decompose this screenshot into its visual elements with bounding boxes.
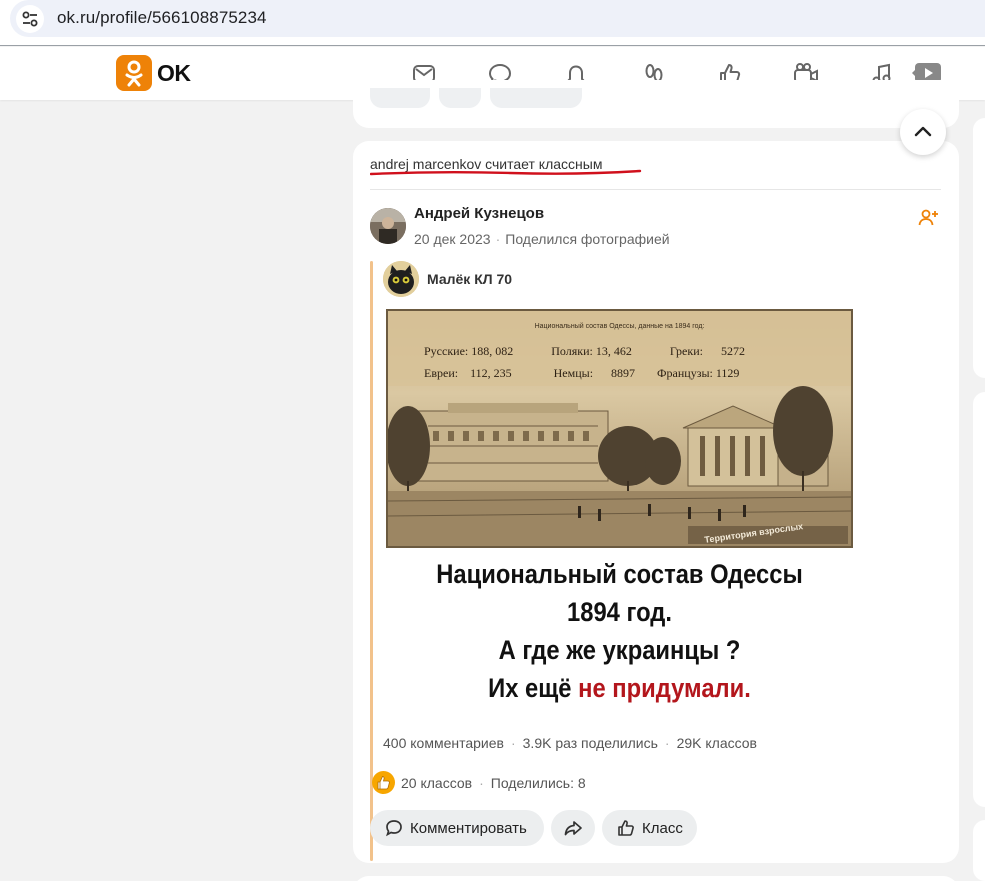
address-field[interactable]: ok.ru/profile/566108875234: [10, 0, 985, 37]
photo-row-2: Евреи: 112, 235 Немцы: 8897 Французы: 1129: [424, 366, 740, 380]
add-friend-icon[interactable]: [917, 207, 939, 229]
next-post-card: [353, 876, 959, 881]
browser-address-bar: ok.ru/profile/566108875234: [0, 0, 985, 46]
scroll-to-top-button[interactable]: [900, 109, 946, 155]
previous-share-button[interactable]: [439, 88, 481, 108]
repost-author-avatar[interactable]: [383, 261, 419, 297]
repost-stats: 400 комментариев · 3.9K раз поделились · 29K…: [383, 735, 757, 751]
share-icon: [564, 821, 582, 836]
url-text: ok.ru/profile/566108875234: [57, 8, 267, 27]
author-avatar[interactable]: [370, 208, 406, 244]
photo-row-1: Русские: 188, 082 Поляки: 13, 462 Греки: 52…: [424, 344, 745, 358]
post-date[interactable]: 20 дек 2023: [414, 231, 491, 247]
comment-button[interactable]: Комментировать: [370, 810, 544, 846]
repost-author[interactable]: Малёк КЛ 70: [427, 271, 512, 287]
likes-count[interactable]: 20 классов: [401, 775, 472, 791]
repost-shares-count[interactable]: 3.9K раз поделились: [523, 735, 658, 751]
logo-text[interactable]: OK: [157, 60, 191, 87]
repost-comments-count[interactable]: 400 комментариев: [383, 735, 504, 751]
comment-button-label: Комментировать: [410, 819, 527, 837]
post-meta: 20 дек 2023 · Поделился фотографией: [414, 231, 670, 247]
right-panel-edge: [973, 820, 985, 881]
post-author[interactable]: Андрей Кузнецов: [414, 205, 544, 222]
feed-post-card: andrej marcenkov считает классным Андрей…: [353, 141, 959, 863]
right-panel-edge: [973, 118, 985, 378]
repost-likes-count[interactable]: 29K классов: [677, 735, 757, 751]
red-underline-annotation: [370, 169, 642, 176]
previous-like-button[interactable]: [490, 88, 582, 108]
share-button[interactable]: [551, 810, 595, 846]
like-button-label: Класс: [642, 819, 683, 837]
previous-post-card: [353, 80, 959, 128]
shares-count[interactable]: Поделились: 8: [491, 775, 586, 791]
post-action: Поделился фотографией: [505, 231, 670, 247]
like-button[interactable]: Класс: [602, 810, 697, 846]
like-icon: [618, 820, 634, 836]
site-info-icon[interactable]: [16, 5, 44, 33]
photo-title: Национальный состав Одессы, данные на 18…: [534, 323, 705, 330]
like-reaction-icon[interactable]: [372, 771, 395, 794]
post-photo[interactable]: Национальный состав Одессы, данные на 18…: [386, 309, 853, 548]
previous-comment-button[interactable]: [370, 88, 430, 108]
ok-logo-icon[interactable]: [116, 55, 152, 91]
poster-text: Национальный состав Одессы 1894 год. А г…: [436, 559, 803, 703]
comment-icon: [386, 820, 402, 837]
chevron-up-icon: [914, 126, 932, 137]
post-stats: 20 классов · Поделились: 8: [401, 775, 586, 791]
right-panel-edge: [973, 392, 985, 807]
divider: [370, 189, 941, 190]
